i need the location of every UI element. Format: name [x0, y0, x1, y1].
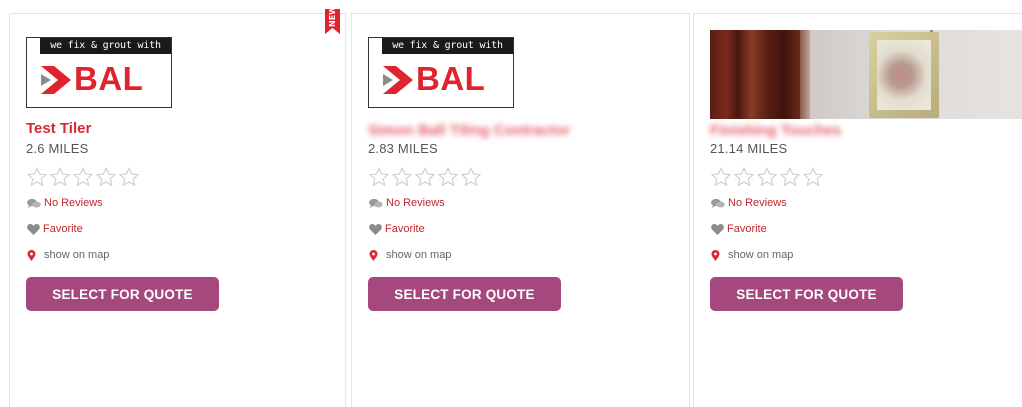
reviews-link[interactable]: No Reviews: [27, 197, 103, 209]
show-on-map-link[interactable]: show on map: [711, 249, 793, 261]
star-outline-icon[interactable]: [72, 166, 94, 188]
show-on-map-label: show on map: [728, 249, 794, 261]
select-for-quote-button[interactable]: SELECT FOR QUOTE: [368, 277, 561, 311]
tiler-card: we fix & grout with BAL Simon Ball Tilin…: [351, 13, 690, 407]
show-on-map-link[interactable]: show on map: [369, 249, 451, 261]
company-logo[interactable]: we fix & grout with BAL: [368, 37, 514, 108]
star-outline-icon[interactable]: [118, 166, 140, 188]
star-outline-icon[interactable]: [779, 166, 801, 188]
star-outline-icon[interactable]: [49, 166, 71, 188]
star-outline-icon[interactable]: [710, 166, 732, 188]
star-outline-icon[interactable]: [802, 166, 824, 188]
tiler-card: Finishing Touches 21.14 MILES No Reviews…: [693, 13, 1022, 407]
show-on-map-link[interactable]: show on map: [27, 249, 109, 261]
tiler-results-grid: NEW we fix & grout with BAL Test Tiler 2…: [0, 0, 1022, 407]
speech-bubbles-icon: [369, 198, 383, 208]
star-outline-icon[interactable]: [95, 166, 117, 188]
logo-brand: BAL: [74, 60, 144, 97]
logo-brand: BAL: [416, 60, 486, 97]
rating-stars[interactable]: [26, 166, 140, 188]
logo-tagline: we fix & grout with: [40, 38, 171, 54]
show-on-map-label: show on map: [386, 249, 452, 261]
heart-icon: [711, 223, 724, 235]
distance-label: 2.6 MILES: [26, 141, 89, 156]
distance-label: 2.83 MILES: [368, 141, 438, 156]
rating-stars[interactable]: [710, 166, 824, 188]
reviews-label: No Reviews: [728, 197, 787, 209]
reviews-link[interactable]: No Reviews: [369, 197, 445, 209]
rating-stars[interactable]: [368, 166, 482, 188]
favorite-link[interactable]: Favorite: [711, 223, 767, 235]
heart-icon: [369, 223, 382, 235]
company-logo[interactable]: we fix & grout with BAL: [26, 37, 172, 108]
favorite-link[interactable]: Favorite: [27, 223, 83, 235]
tiler-card: NEW we fix & grout with BAL Test Tiler 2…: [9, 6, 346, 407]
show-on-map-label: show on map: [44, 249, 110, 261]
star-outline-icon[interactable]: [414, 166, 436, 188]
favorite-link[interactable]: Favorite: [369, 223, 425, 235]
tiler-name-link[interactable]: Simon Ball Tiling Contractor: [368, 122, 570, 139]
favorite-label: Favorite: [385, 223, 425, 235]
reviews-label: No Reviews: [386, 197, 445, 209]
company-photo[interactable]: [710, 30, 1022, 119]
tiler-name-link[interactable]: Test Tiler: [26, 120, 91, 137]
distance-label: 21.14 MILES: [710, 141, 788, 156]
speech-bubbles-icon: [27, 198, 41, 208]
reviews-label: No Reviews: [44, 197, 103, 209]
bal-mark-icon: [41, 66, 71, 94]
favorite-label: Favorite: [727, 223, 767, 235]
select-for-quote-button[interactable]: SELECT FOR QUOTE: [710, 277, 903, 311]
reviews-link[interactable]: No Reviews: [711, 197, 787, 209]
select-for-quote-button[interactable]: SELECT FOR QUOTE: [26, 277, 219, 311]
speech-bubbles-icon: [711, 198, 725, 208]
star-outline-icon[interactable]: [460, 166, 482, 188]
star-outline-icon[interactable]: [391, 166, 413, 188]
favorite-label: Favorite: [43, 223, 83, 235]
star-outline-icon[interactable]: [756, 166, 778, 188]
new-badge-label: NEW: [328, 6, 337, 27]
map-pin-icon: [711, 249, 720, 261]
map-pin-icon: [369, 249, 378, 261]
tiler-name-link[interactable]: Finishing Touches: [710, 122, 841, 139]
star-outline-icon[interactable]: [733, 166, 755, 188]
logo-tagline: we fix & grout with: [382, 38, 513, 54]
star-outline-icon[interactable]: [26, 166, 48, 188]
new-badge: NEW: [325, 6, 340, 34]
bal-mark-icon: [383, 66, 413, 94]
star-outline-icon[interactable]: [437, 166, 459, 188]
star-outline-icon[interactable]: [368, 166, 390, 188]
map-pin-icon: [27, 249, 36, 261]
heart-icon: [27, 223, 40, 235]
